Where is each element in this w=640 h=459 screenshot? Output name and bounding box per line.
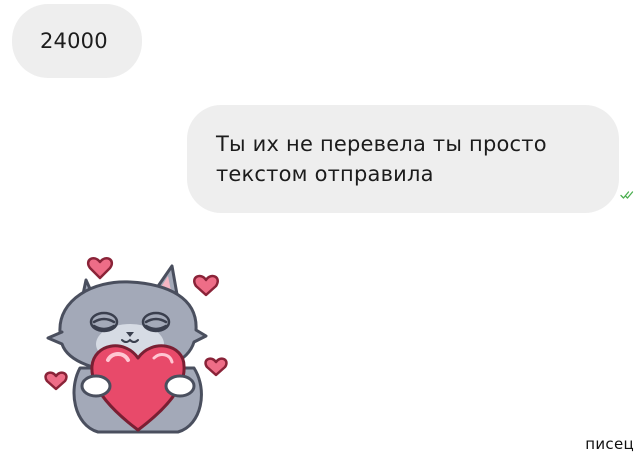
outgoing-message-line-1: Ты их не перевела ты просто — [216, 132, 547, 156]
cat-hugging-heart-sticker[interactable] — [38, 240, 238, 435]
chat-area: 24000 Ты их не перевела ты просто тексто… — [0, 0, 640, 459]
small-heart-icon — [193, 274, 219, 297]
small-heart-icon — [204, 357, 228, 377]
double-check-icon — [620, 191, 634, 199]
incoming-message-bubble[interactable]: 24000 — [12, 4, 142, 78]
small-heart-icon — [86, 257, 114, 280]
outgoing-message-line-2: текстом отправила — [216, 162, 434, 186]
small-heart-icon — [44, 371, 68, 391]
incoming-message-text: 24000 — [40, 29, 108, 53]
watermark-text: писец — [585, 435, 634, 453]
outgoing-message-bubble[interactable]: Ты их не перевела ты просто текстом отпр… — [187, 105, 619, 213]
